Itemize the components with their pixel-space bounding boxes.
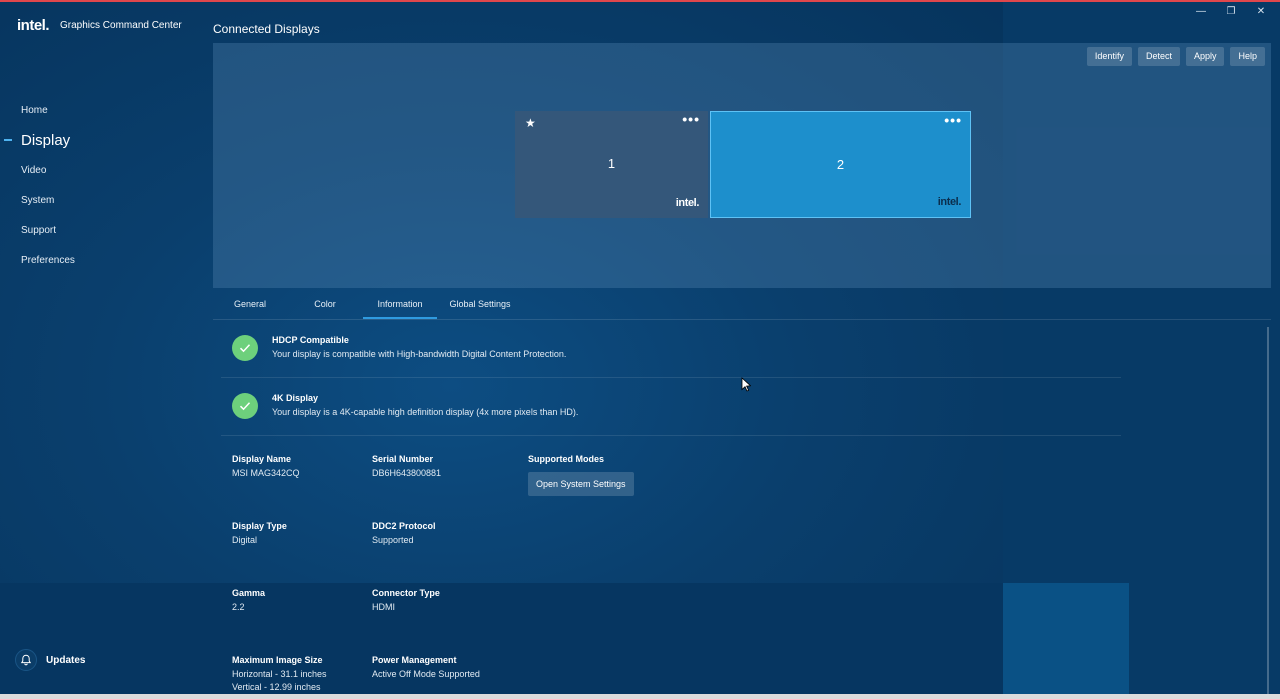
monitor-number: 2 [836,157,845,172]
field-power-management: Power Management Active Off Mode Support… [372,655,480,681]
field-value: MSI MAG342CQ [232,468,300,478]
sidebar-item-support[interactable]: Support [0,215,200,245]
field-value-vertical: Vertical - 12.99 inches [232,682,321,692]
help-button[interactable]: Help [1230,47,1265,66]
feature-description: Your display is compatible with High-ban… [272,349,567,359]
monitor-tile-2[interactable]: ••• 2 intel. [710,111,971,218]
background-lower [0,583,1003,699]
detect-button[interactable]: Detect [1137,47,1180,66]
field-supported-modes: Supported Modes [528,454,604,464]
field-label: Supported Modes [528,454,604,464]
sidebar-nav: Home Display Video System Support Prefer… [0,95,200,275]
field-label: DDC2 Protocol [372,521,436,531]
feature-hdcp: HDCP Compatible Your display is compatib… [221,322,1121,380]
page-title: Connected Displays [213,22,320,36]
identify-button[interactable]: Identify [1086,47,1132,66]
field-value: DB6H643800881 [372,468,442,478]
field-label: Display Name [232,454,292,464]
field-display-type: Display Type Digital [232,521,287,547]
close-icon[interactable]: ✕ [1248,4,1274,20]
display-arrangement-panel: Identify Detect Apply Help ★ ••• 1 intel… [213,43,1271,288]
scrollbar[interactable] [1267,327,1269,694]
background-lower-accent [1003,583,1129,699]
feature-title: 4K Display [272,393,319,403]
field-ddc2-protocol: DDC2 Protocol Supported [372,521,436,547]
star-icon: ★ [525,116,536,130]
field-label: Gamma [232,588,266,598]
restore-icon[interactable]: ❐ [1218,4,1244,20]
app-title: Graphics Command Center [60,20,182,31]
display-tabs: General Color Information Global Setting… [213,293,1271,320]
tab-information[interactable]: Information [363,293,437,319]
field-value-horizontal: Horizontal - 31.1 inches [232,669,327,679]
more-options-icon[interactable]: ••• [944,112,962,128]
field-connector-type: Connector Type HDMI [372,588,440,614]
feature-description: Your display is a 4K-capable high defini… [272,407,579,417]
field-display-name: Display Name MSI MAG342CQ [232,454,300,480]
apply-button[interactable]: Apply [1185,47,1225,66]
divider [221,377,1121,378]
checkmark-icon [232,335,258,361]
tab-global-settings[interactable]: Global Settings [443,293,517,319]
more-options-icon[interactable]: ••• [682,111,700,127]
intel-logo: intel. [937,196,962,208]
divider [221,435,1121,436]
feature-4k: 4K Display Your display is a 4K-capable … [221,380,1121,438]
tab-general[interactable]: General [219,293,281,319]
field-gamma: Gamma 2.2 [232,588,265,614]
updates-label: Updates [46,654,86,666]
checkmark-icon [232,393,258,419]
monitor-tile-1[interactable]: ★ ••• 1 intel. [515,111,708,218]
field-value: 2.2 [232,602,245,612]
sidebar-item-home[interactable]: Home [0,95,200,125]
field-label: Maximum Image Size [232,655,323,665]
bell-icon [15,649,37,671]
monitor-number: 1 [607,156,616,171]
field-serial-number: Serial Number DB6H643800881 [372,454,441,480]
open-system-settings-button[interactable]: Open System Settings [528,472,634,496]
sidebar-item-video[interactable]: Video [0,155,200,185]
field-label: Display Type [232,521,287,531]
sidebar-item-display[interactable]: Display [0,125,200,155]
field-value: HDMI [372,602,395,612]
field-value: Active Off Mode Supported [372,669,480,679]
field-value: Digital [232,535,258,545]
field-value: Horizontal - 31.1 inches Vertical - 12.9… [232,668,327,694]
field-label: Serial Number [372,454,434,464]
taskbar-edge [0,694,1280,699]
app-header: intel. Graphics Command Center [17,17,182,34]
sidebar-item-system[interactable]: System [0,185,200,215]
intel-logo: intel. [675,197,700,209]
sidebar-item-preferences[interactable]: Preferences [0,245,200,275]
mouse-cursor-icon [741,377,752,397]
display-toolbar: Identify Detect Apply Help [1086,47,1265,66]
feature-title: HDCP Compatible [272,335,349,345]
updates-button[interactable]: Updates [15,649,85,671]
tab-color[interactable]: Color [295,293,355,319]
field-value: Supported [372,535,414,545]
field-label: Power Management [372,655,457,665]
field-maximum-image-size: Maximum Image Size Horizontal - 31.1 inc… [232,655,327,694]
intel-logo: intel. [17,17,50,34]
window-controls: — ❐ ✕ [1188,4,1274,20]
field-label: Connector Type [372,588,440,598]
minimize-icon[interactable]: — [1188,4,1214,20]
